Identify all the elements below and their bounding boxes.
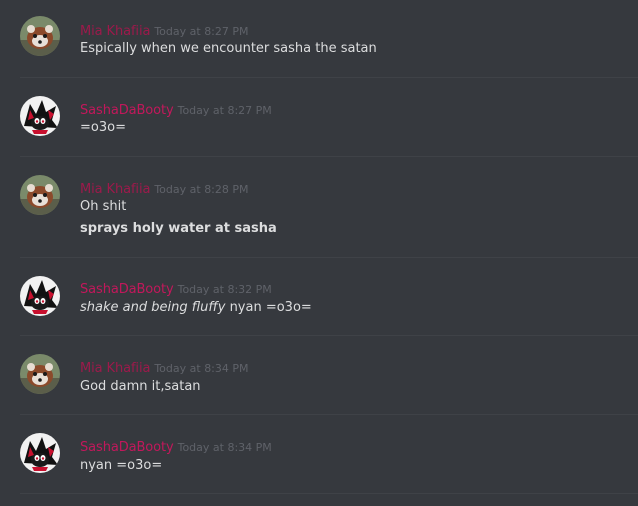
message-text: Oh shit [80,199,127,214]
timestamp: Today at 8:34 PM [177,441,272,454]
username[interactable]: Mia Khafiia [80,24,150,39]
message-header: Mia Khafiia Today at 8:34 PM [80,357,249,376]
message-divider [20,493,638,494]
username[interactable]: SashaDaBooty [80,282,174,297]
italic-text: shake and being fluffy [80,300,226,315]
message-header: SashaDaBooty Today at 8:32 PM [80,278,272,297]
message-text: God damn it,satan [80,379,201,394]
username[interactable]: SashaDaBooty [80,103,174,118]
message-header: SashaDaBooty Today at 8:27 PM [80,99,272,118]
red-panda-avatar[interactable] [20,175,60,215]
message-text-bold: sprays holy water at sasha [80,221,277,236]
message-divider [20,257,638,258]
message-header: SashaDaBooty Today at 8:34 PM [80,436,272,455]
message-text: nyan =o3o= [80,458,163,473]
message-header: Mia Khafiia Today at 8:28 PM [80,178,249,197]
timestamp: Today at 8:27 PM [154,25,249,38]
message-text: shake and being fluffy nyan =o3o= [80,300,312,315]
red-panda-avatar[interactable] [20,354,60,394]
red-panda-avatar[interactable] [20,16,60,56]
dark-hedgehog-avatar[interactable] [20,276,60,316]
chat-log: Mia Khafiia Today at 8:27 PM Espically wh… [0,0,638,506]
username[interactable]: SashaDaBooty [80,440,174,455]
message-divider [20,414,638,415]
message-divider [20,335,638,336]
message-divider [20,156,638,157]
timestamp: Today at 8:32 PM [177,283,272,296]
message-text: Espically when we encounter sasha the sa… [80,41,377,56]
timestamp: Today at 8:28 PM [154,183,249,196]
timestamp: Today at 8:27 PM [177,104,272,117]
username[interactable]: Mia Khafiia [80,361,150,376]
username[interactable]: Mia Khafiia [80,182,150,197]
plain-text: nyan =o3o= [225,300,312,315]
dark-hedgehog-avatar[interactable] [20,96,60,136]
dark-hedgehog-avatar[interactable] [20,433,60,473]
message-header: Mia Khafiia Today at 8:27 PM [80,20,249,39]
message-text: =o3o= [80,120,126,135]
message-divider [20,77,638,78]
timestamp: Today at 8:34 PM [154,362,249,375]
